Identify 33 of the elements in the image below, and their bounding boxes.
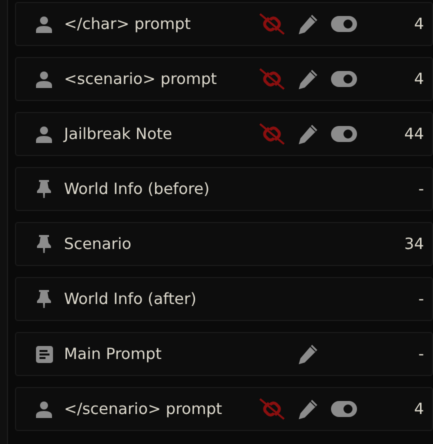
toggle-switch[interactable] (331, 126, 357, 142)
prompt-name: </char> prompt (63, 15, 192, 33)
prompt-name: Jailbreak Note (62, 125, 174, 143)
token-count: - (417, 290, 424, 308)
pencil-icon[interactable] (297, 68, 319, 90)
document-icon (36, 346, 52, 362)
token-count: 4 (413, 70, 424, 88)
prompt-name: Scenario (63, 235, 132, 253)
pin-icon (37, 180, 51, 198)
token-count: 34 (403, 235, 424, 253)
prompt-name: <scenario> prompt (63, 70, 218, 88)
prompt-name: Main Prompt (63, 345, 163, 363)
toggle-switch[interactable] (331, 71, 357, 87)
user-icon (36, 126, 52, 142)
pin-icon (37, 235, 51, 253)
user-icon (36, 70, 52, 88)
token-count: - (417, 345, 424, 363)
pencil-icon[interactable] (297, 398, 319, 420)
pencil-icon[interactable] (297, 343, 319, 365)
pin-icon (37, 290, 51, 308)
toggle-switch[interactable] (331, 16, 357, 32)
prompt-name: </scenario> prompt (63, 400, 224, 418)
token-count: 4 (413, 15, 424, 33)
pencil-icon[interactable] (297, 123, 319, 145)
user-icon (36, 400, 52, 418)
prompt-name: World Info (after) (63, 290, 198, 308)
pencil-icon[interactable] (297, 13, 319, 35)
token-count: 4 (413, 400, 424, 418)
prompt-name: World Info (before) (63, 180, 211, 198)
token-count: 44 (403, 125, 424, 143)
user-icon (36, 16, 52, 32)
toggle-switch[interactable] (331, 401, 357, 417)
token-count: - (417, 180, 424, 198)
